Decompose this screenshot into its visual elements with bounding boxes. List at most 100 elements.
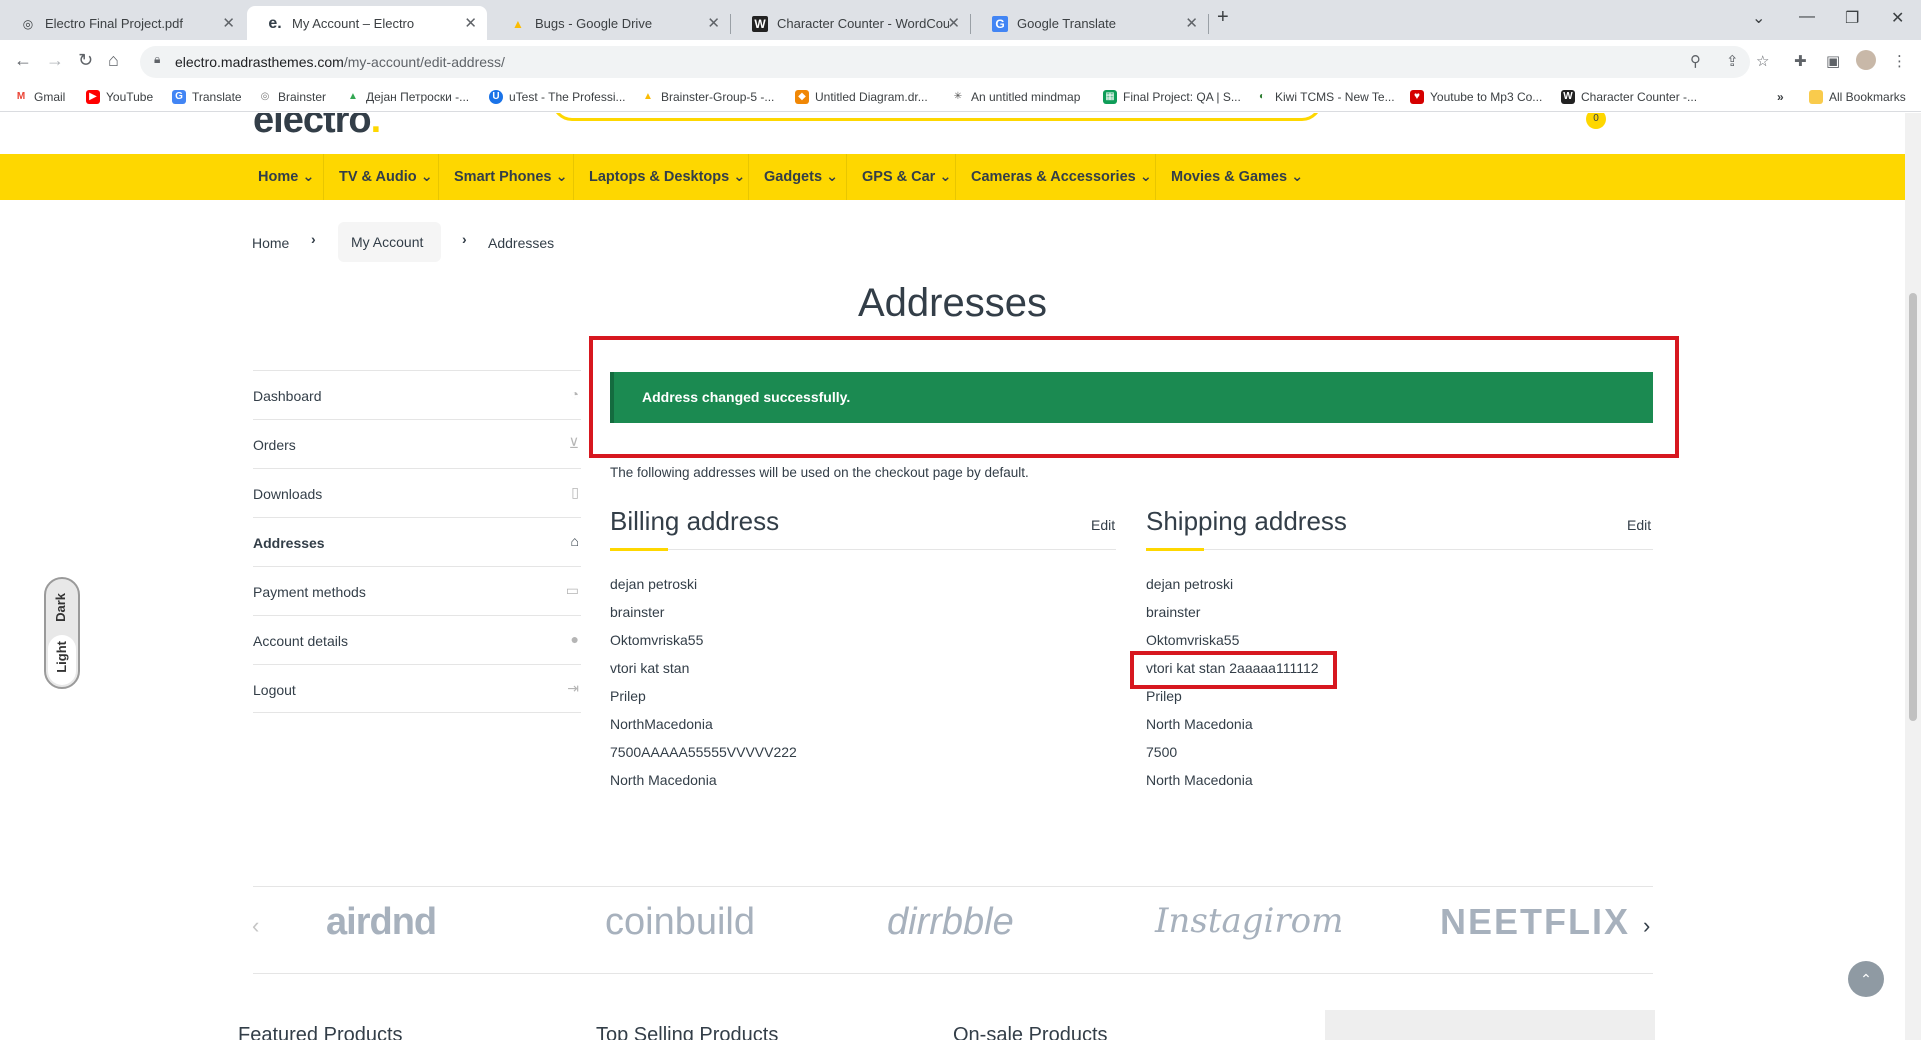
header-search-bar[interactable] — [552, 113, 1322, 121]
sidebar-item-downloads[interactable]: Downloads ▯ — [253, 468, 581, 517]
minimize-icon[interactable]: — — [1799, 8, 1815, 26]
nav-home[interactable]: Home ⌄ — [258, 154, 314, 200]
bookmark-kiwi[interactable]: ◐ Kiwi TCMS - New Te... — [1255, 90, 1395, 104]
chevron-left-icon[interactable]: ‹ — [252, 913, 259, 939]
new-tab-icon[interactable]: + — [1217, 6, 1229, 29]
close-icon[interactable]: ✕ — [947, 14, 960, 32]
pdf-icon: ◎ — [22, 17, 34, 31]
theme-light-pill[interactable]: Light — [48, 635, 76, 685]
bookmark-mindmap[interactable]: ✳ An untitled mindmap — [951, 90, 1080, 104]
sidebar-item-orders[interactable]: Orders ⊻ — [253, 419, 581, 468]
bookmark-youtube[interactable]: ▶ YouTube — [86, 90, 153, 104]
nav-tv-audio[interactable]: TV & Audio ⌄ — [339, 154, 433, 200]
bookmark-star-icon[interactable]: ☆ — [1756, 52, 1769, 70]
tab-google-translate[interactable]: G Google Translate ✕ — [972, 6, 1208, 40]
reload-icon[interactable]: ↻ — [78, 50, 93, 71]
nav-cameras-accessories[interactable]: Cameras & Accessories ⌄ — [971, 154, 1152, 200]
sidebar-item-addresses[interactable]: Addresses ⌂ — [253, 517, 581, 566]
youtube-icon: ▶ — [86, 90, 100, 104]
page-scrollbar[interactable] — [1905, 113, 1921, 1040]
billing-line-street: Oktomvriska55 — [610, 632, 704, 648]
brand-logo-neetflix[interactable]: NEETFLIX — [1440, 901, 1630, 943]
profile-avatar[interactable] — [1856, 50, 1876, 70]
back-icon[interactable]: ← — [14, 50, 32, 71]
bookmark-character-counter[interactable]: W Character Counter -... — [1561, 90, 1697, 104]
brand-logo-instagirom[interactable]: Instagirom — [1155, 901, 1343, 941]
billing-line-postcode: 7500AAAAA55555VVVVV222 — [610, 744, 797, 760]
drive-icon: ▲ — [641, 90, 655, 104]
breadcrumb-home[interactable]: Home — [252, 235, 289, 251]
tab-search-icon[interactable]: ⌄ — [1752, 8, 1765, 28]
tab-my-account[interactable]: e. My Account – Electro ✕ — [247, 6, 487, 40]
bookmark-utest[interactable]: UuTest - The Professi... — [489, 90, 626, 104]
bookmark-brainster[interactable]: ◎ Brainster — [258, 90, 326, 104]
nav-gps-car[interactable]: GPS & Car ⌄ — [862, 154, 952, 200]
share-icon[interactable]: ⇪ — [1726, 52, 1739, 70]
lock-icon[interactable]: 🔒︎ — [154, 52, 160, 67]
bookmark-brainster-group[interactable]: ▲ Brainster-Group-5 -... — [641, 90, 774, 104]
nav-separator — [1155, 154, 1156, 200]
side-panel-icon[interactable]: ▣ — [1826, 52, 1840, 70]
sidebar-item-dashboard[interactable]: Dashboard ◔ — [253, 370, 581, 419]
nav-laptops-desktops[interactable]: Laptops & Desktops ⌄ — [589, 154, 745, 200]
drive-icon: ▲ — [512, 17, 524, 31]
electro-icon: e. — [268, 15, 282, 32]
sidebar-item-label: Downloads — [253, 486, 323, 502]
billing-edit-link[interactable]: Edit — [1091, 517, 1115, 533]
sidebar-item-account-details[interactable]: Account details ● — [253, 615, 581, 664]
window-close-icon[interactable]: ✕ — [1891, 8, 1904, 28]
restore-icon[interactable]: ❐ — [1845, 8, 1859, 28]
sidebar-item-logout[interactable]: Logout ⇥ — [253, 664, 581, 713]
card-icon: ▭ — [565, 582, 579, 598]
tab-character-counter[interactable]: W Character Counter - WordCount ✕ — [732, 6, 970, 40]
theme-toggle[interactable]: Dark Light — [44, 577, 80, 689]
theme-dark-label[interactable]: Dark — [53, 593, 68, 622]
bookmark-youtube-mp3[interactable]: ♥ Youtube to Mp3 Co... — [1410, 90, 1542, 104]
billing-divider — [610, 549, 1116, 550]
close-icon[interactable]: ✕ — [707, 14, 720, 32]
bookmark-dejan[interactable]: ▲ Дејан Петроски -... — [346, 90, 469, 104]
nav-smart-phones[interactable]: Smart Phones ⌄ — [454, 154, 568, 200]
sidebar-item-payment-methods[interactable]: Payment methods ▭ — [253, 566, 581, 615]
bookmark-diagram[interactable]: ◆ Untitled Diagram.dr... — [795, 90, 928, 104]
billing-divider-accent — [610, 548, 668, 551]
nav-separator — [573, 154, 574, 200]
bookmark-gmail[interactable]: M Gmail — [14, 90, 65, 104]
footer-featured-products: Featured Products — [238, 1024, 403, 1040]
wordcounter-icon: W — [752, 16, 768, 32]
all-bookmarks[interactable]: All Bookmarks — [1809, 90, 1906, 104]
success-notice: Address changed successfully. — [610, 372, 1653, 423]
close-icon[interactable]: ✕ — [1185, 14, 1198, 32]
close-icon[interactable]: ✕ — [464, 14, 477, 32]
all-bookmarks-label: All Bookmarks — [1829, 90, 1906, 104]
shipping-edit-link[interactable]: Edit — [1627, 517, 1651, 533]
extensions-icon[interactable]: ✚ — [1794, 52, 1807, 70]
bookmark-final-project[interactable]: ▦ Final Project: QA | S... — [1103, 90, 1241, 104]
scrollbar-thumb[interactable] — [1909, 293, 1917, 721]
tab-label: Electro Final Project.pdf — [45, 16, 184, 31]
bookmark-translate[interactable]: G Translate — [172, 90, 242, 104]
forward-icon[interactable]: → — [46, 50, 64, 71]
brand-logo-dirrbble[interactable]: dirrbble — [887, 901, 1014, 944]
nav-movies-games[interactable]: Movies & Games ⌄ — [1171, 154, 1303, 200]
location-icon[interactable]: ⚲ — [1690, 52, 1701, 70]
billing-line-company: brainster — [610, 604, 665, 620]
nav-gadgets[interactable]: Gadgets ⌄ — [764, 154, 838, 200]
site-logo[interactable]: electro. — [253, 113, 381, 142]
tab-bugs-google-drive[interactable]: ▲ Bugs - Google Drive ✕ — [490, 6, 730, 40]
brand-logo-airdnd[interactable]: airdnd — [326, 901, 437, 944]
back-to-top-button[interactable]: ⌃ — [1848, 961, 1884, 997]
breadcrumb-my-account[interactable]: My Account — [351, 234, 423, 250]
home-button-icon[interactable]: ⌂ — [108, 50, 119, 71]
bookmark-label: Youtube to Mp3 Co... — [1430, 90, 1543, 104]
url-text[interactable]: electro.madrasthemes.com/my-account/edit… — [175, 54, 505, 70]
nav-separator — [323, 154, 324, 200]
brand-logo-coinbuild[interactable]: coinbuild — [605, 901, 755, 944]
close-icon[interactable]: ✕ — [222, 14, 235, 32]
user-icon: ● — [570, 631, 579, 647]
bookmarks-overflow-icon[interactable]: » — [1777, 90, 1784, 104]
menu-dots-icon[interactable]: ⋮ — [1892, 52, 1907, 70]
tab-electro-final-project[interactable]: ◎ Electro Final Project.pdf ✕ — [0, 6, 245, 40]
chevron-right-icon[interactable]: › — [1643, 913, 1650, 939]
cart-count-badge[interactable]: 0 — [1586, 113, 1606, 129]
